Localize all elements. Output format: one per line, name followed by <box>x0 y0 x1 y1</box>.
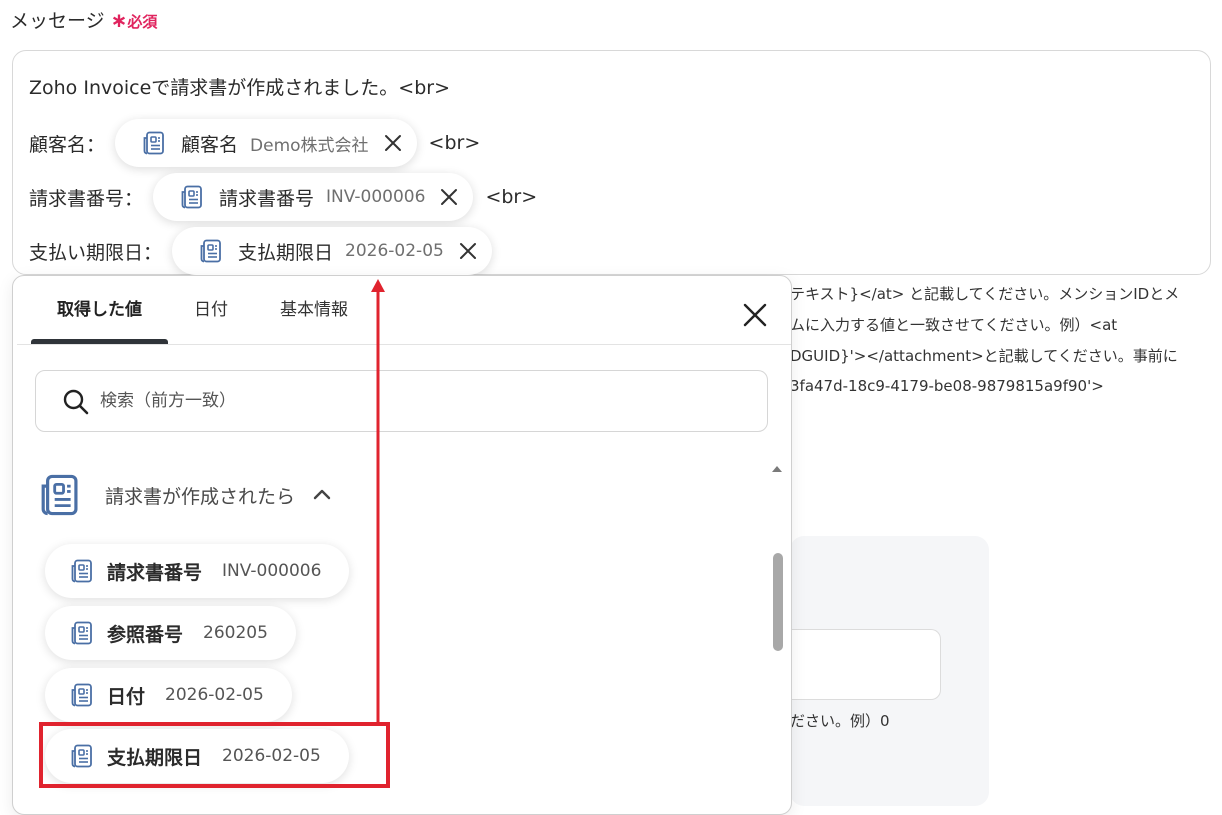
item-value: 2026-02-05 <box>165 685 264 705</box>
document-icon <box>69 682 95 708</box>
document-icon <box>37 472 83 518</box>
variable-chip-due-date[interactable]: 支払期限日 2026-02-05 <box>172 227 492 275</box>
chip-value: 2026-02-05 <box>345 241 444 261</box>
search-icon <box>63 389 89 415</box>
item-value: INV-000006 <box>222 561 322 581</box>
chip-name: 請求書番号 <box>219 187 315 210</box>
help-text-line: 3fa47d-18c9-4179-be08-9879815a9f90'> <box>790 377 1104 395</box>
chip-value: INV-000006 <box>326 187 426 207</box>
help-text-line: テキスト}</at> と記載してください。メンションIDとメ <box>790 285 1180 303</box>
customer-label: 顧客名： <box>29 133 106 156</box>
br-tag: <br> <box>485 186 538 208</box>
highlight-box <box>39 722 390 788</box>
item-name: 日付 <box>107 685 146 708</box>
close-icon[interactable] <box>383 133 403 153</box>
document-icon <box>69 620 95 646</box>
background-hint: ださい。例）0 <box>790 712 890 730</box>
search-field[interactable] <box>35 370 768 432</box>
editor-line-3: 請求書番号： 請求書番号 INV-000006 <br> <box>29 173 537 221</box>
editor-line-1: Zoho Invoiceで請求書が作成されました。<br> <box>29 77 450 99</box>
picker-tabs: 取得した値 日付 基本情報 <box>31 276 374 344</box>
section-title: 請求書が作成されたら <box>105 485 296 508</box>
list-item[interactable]: 参照番号 260205 <box>45 606 296 660</box>
br-tag: <br> <box>428 132 481 154</box>
chevron-up-icon[interactable] <box>311 484 333 506</box>
tabs-divider <box>17 344 791 345</box>
list-item[interactable]: 請求書番号 INV-000006 <box>45 544 350 598</box>
chip-name: 顧客名 <box>181 133 239 156</box>
scrollbar-thumb[interactable] <box>773 553 783 651</box>
field-label-text: メッセージ <box>10 10 105 32</box>
help-text-line: ムに入力する値と一致させてください。例）<at <box>790 316 1118 334</box>
item-name: 参照番号 <box>107 623 184 646</box>
required-text: 必須 <box>127 13 158 31</box>
document-icon <box>179 184 205 210</box>
invoice-number-label: 請求書番号： <box>29 187 144 210</box>
editor-line-4: 支払い期限日： 支払期限日 2026-02-05 <box>29 227 504 275</box>
close-icon[interactable] <box>740 300 770 330</box>
background-input[interactable] <box>790 629 941 700</box>
search-input[interactable] <box>98 387 698 415</box>
tab-acquired-values[interactable]: 取得した値 <box>31 276 168 344</box>
item-name: 請求書番号 <box>107 561 203 584</box>
due-date-label: 支払い期限日： <box>29 241 163 264</box>
chip-name: 支払期限日 <box>238 241 334 264</box>
message-editor[interactable]: Zoho Invoiceで請求書が作成されました。<br> 顧客名： 顧客名 D… <box>12 50 1211 275</box>
required-badge: ∗必須 <box>111 8 158 32</box>
help-text-line: DGUID}'></attachment>と記載してください。事前に <box>790 347 1178 365</box>
document-icon <box>141 130 167 156</box>
close-icon[interactable] <box>458 241 478 261</box>
close-icon[interactable] <box>439 187 459 207</box>
required-star: ∗ <box>110 8 128 32</box>
field-label: メッセージ ∗必須 <box>10 6 157 33</box>
section-invoice-created[interactable]: 請求書が作成されたら <box>37 472 333 518</box>
variable-chip-customer[interactable]: 顧客名 Demo株式会社 <box>115 119 417 167</box>
scroll-up-arrow-icon[interactable] <box>770 462 784 476</box>
tab-basic-info[interactable]: 基本情報 <box>254 276 374 344</box>
document-icon <box>69 558 95 584</box>
chip-value: Demo株式会社 <box>250 135 369 156</box>
variable-chip-invoice-number[interactable]: 請求書番号 INV-000006 <box>153 173 474 221</box>
item-value: 260205 <box>203 623 268 643</box>
tab-date[interactable]: 日付 <box>168 276 254 344</box>
document-icon <box>198 238 224 264</box>
editor-line-2: 顧客名： 顧客名 Demo株式会社 <br> <box>29 119 480 167</box>
list-item[interactable]: 日付 2026-02-05 <box>45 668 292 722</box>
